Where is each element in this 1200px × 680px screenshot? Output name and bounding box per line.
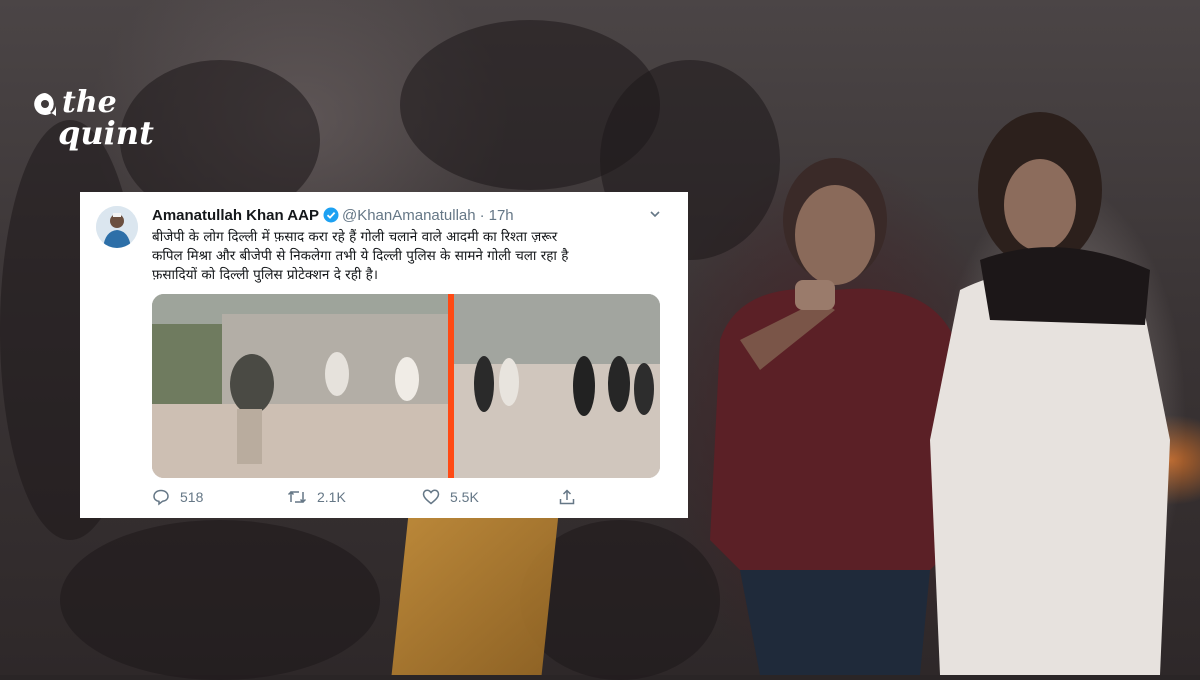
man-in-white-figure [930, 112, 1170, 675]
like-icon [422, 489, 440, 505]
retweet-count: 2.1K [317, 489, 346, 505]
share-button[interactable] [558, 486, 586, 508]
reply-count: 518 [180, 489, 204, 505]
the-quint-logo: the quint [28, 86, 178, 166]
like-button[interactable]: 5.5K [422, 486, 479, 508]
tweet-time[interactable]: 17h [489, 207, 514, 224]
avatar[interactable] [96, 206, 138, 248]
tweet-author-handle[interactable]: @KhanAmanatullah [342, 207, 476, 224]
media-right-photo [454, 294, 660, 478]
avatar-image [96, 206, 138, 248]
retweet-icon [287, 490, 307, 504]
tweet-author-name[interactable]: Amanatullah Khan AAP [152, 207, 319, 224]
reply-icon [153, 489, 169, 506]
logo-text-quint: quint [58, 114, 154, 152]
tweet-text-line: फ़सादियों को दिल्ली पुलिस प्रोटेक्शन दे … [152, 267, 378, 283]
crate [391, 515, 559, 675]
tweet-actions: 518 2.1K 5.5K [152, 486, 672, 508]
like-count: 5.5K [450, 489, 479, 505]
retweet-button[interactable]: 2.1K [287, 486, 346, 508]
tweet-separator: · [479, 207, 485, 224]
tweet-text: बीजेपी के लोग दिल्ली में फ़साद करा रहे ह… [152, 228, 672, 285]
logo-mark-icon [34, 93, 56, 116]
media-left-photo [152, 294, 448, 478]
tweet-media[interactable] [152, 294, 660, 478]
tweet-header: Amanatullah Khan AAP @KhanAmanatullah · 17h [152, 206, 672, 226]
reply-button[interactable]: 518 [152, 486, 203, 508]
share-icon [559, 489, 575, 505]
verified-badge-icon [323, 207, 339, 223]
tweet-card: Amanatullah Khan AAP @KhanAmanatullah · 17h… [80, 192, 688, 518]
tweet-text-line: कपिल मिश्रा और बीजेपी से निकलेगा तभी ये … [152, 248, 569, 264]
chevron-down-icon[interactable] [648, 206, 662, 226]
tweet-text-line: बीजेपी के लोग दिल्ली में फ़साद करा रहे ह… [152, 229, 558, 245]
